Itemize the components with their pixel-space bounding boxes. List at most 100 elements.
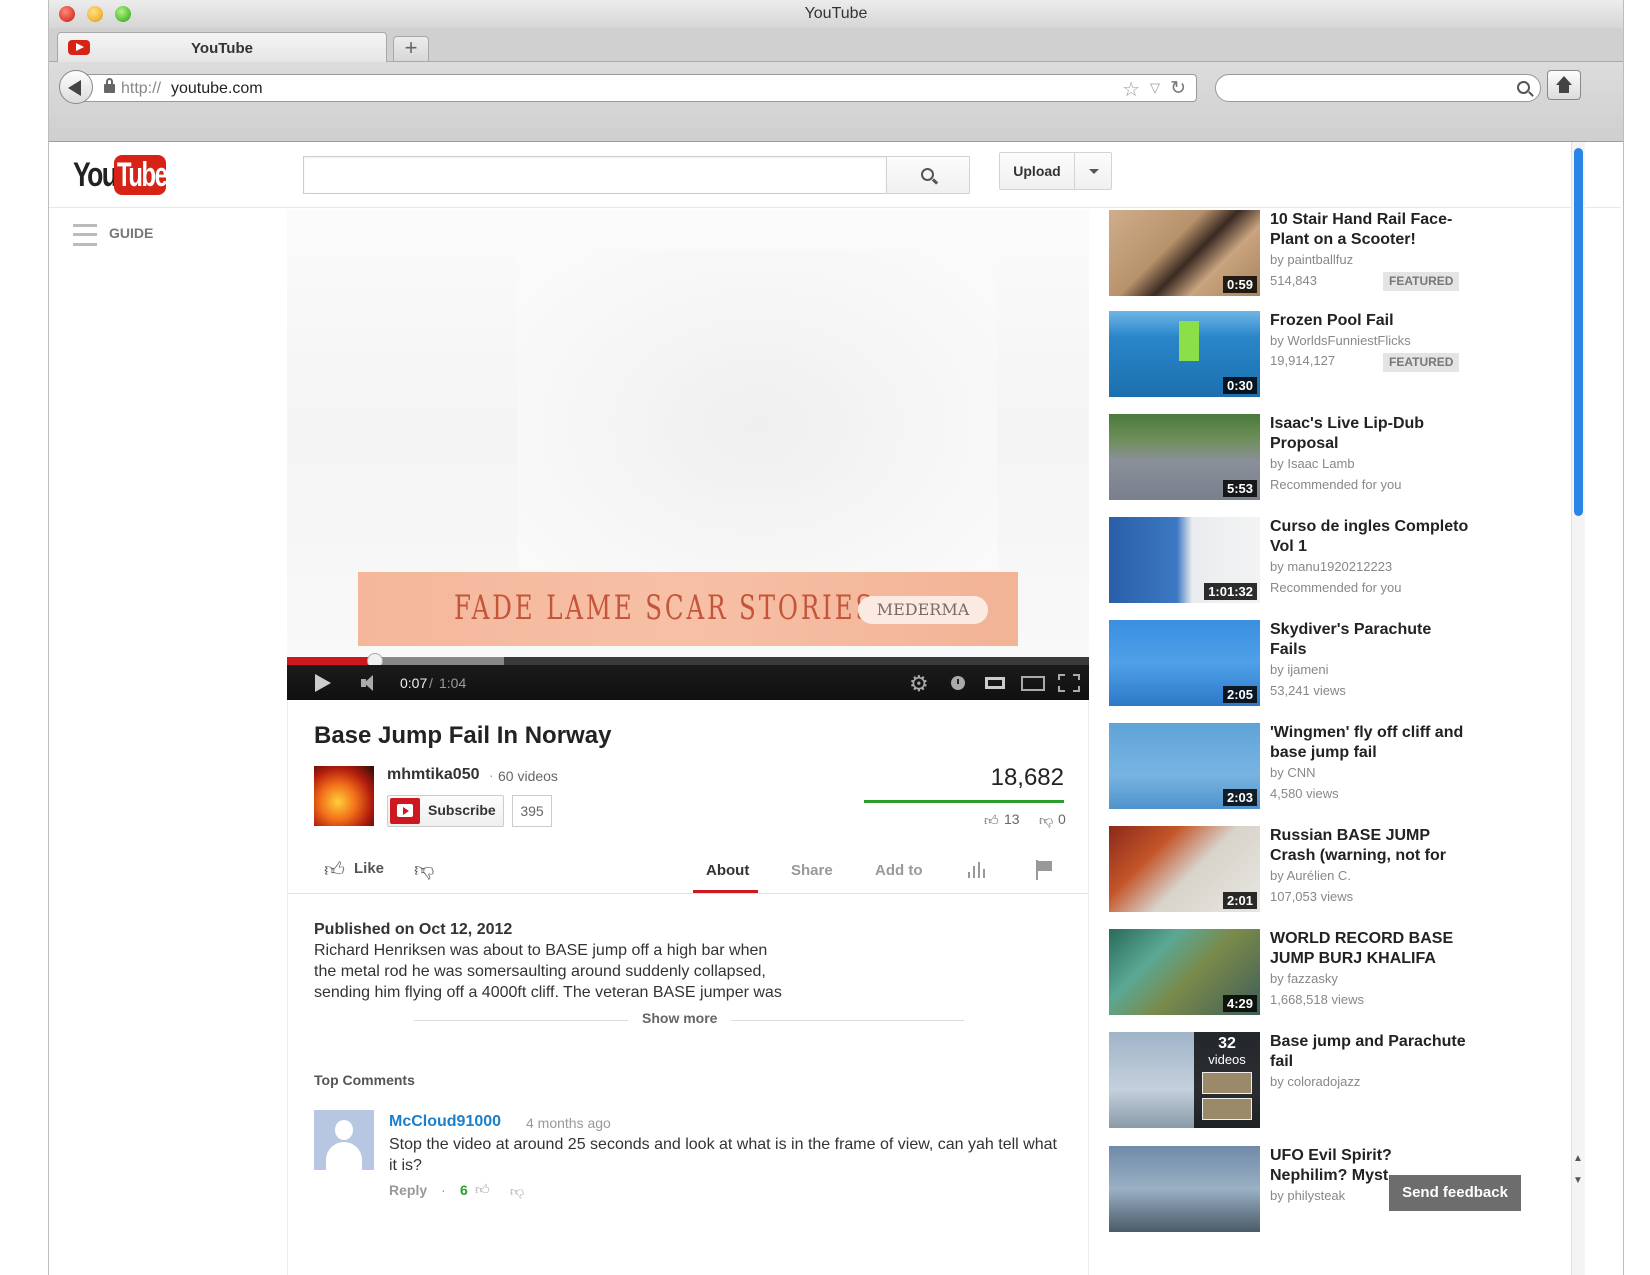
scroll-down-icon[interactable]: ▼ — [1573, 1175, 1583, 1186]
address-bar[interactable]: http:// youtube.com ☆ ▽ ↻ — [77, 74, 1197, 102]
related-video-title[interactable]: Isaac's Live Lip-Dub Proposal — [1270, 414, 1470, 454]
url-host: youtube.com — [171, 80, 263, 97]
ad-banner[interactable]: FADE LAME SCAR STORIES. MEDERMA — [358, 572, 1018, 646]
related-video-views: 107,053 views — [1270, 889, 1354, 904]
related-video-channel: by manu1920212223 — [1270, 559, 1393, 574]
search-icon[interactable] — [1517, 81, 1530, 94]
related-video-title[interactable]: Skydiver's Parachute Fails — [1270, 620, 1470, 660]
comments-heading: Top Comments — [314, 1072, 415, 1088]
comment-author-link[interactable]: McCloud91000 — [389, 1113, 501, 1131]
featured-badge: FEATURED — [1383, 353, 1460, 372]
thumbs-up-icon: 👍︎ — [984, 812, 999, 828]
channel-video-count-link[interactable]: 60 videos — [498, 768, 558, 784]
video-thumbnail[interactable]: 2:05 — [1109, 620, 1260, 706]
search-button[interactable] — [886, 156, 970, 194]
guide-label[interactable]: GUIDE — [109, 225, 153, 241]
masthead: You Tube Upload — [49, 142, 1621, 208]
related-video-title[interactable]: Russian BASE JUMP Crash (warning, not fo… — [1270, 826, 1470, 866]
related-video-item[interactable]: 4:29 WORLD RECORD BASE JUMP BURJ KHALIFA… — [1109, 929, 1489, 1015]
video-thumbnail[interactable]: 1:01:32 — [1109, 517, 1260, 603]
related-video-title[interactable]: Frozen Pool Fail — [1270, 311, 1470, 331]
video-thumbnail[interactable] — [1109, 1146, 1260, 1232]
video-duration: 0:30 — [1222, 377, 1257, 394]
related-video-title[interactable]: 10 Stair Hand Rail Face-Plant on a Scoot… — [1270, 210, 1470, 250]
time-separator: / — [429, 675, 433, 691]
avatar[interactable] — [314, 1110, 374, 1170]
video-duration: 1:01:32 — [1204, 583, 1257, 600]
upload-menu-chevron-icon[interactable] — [1074, 152, 1112, 190]
video-thumbnail[interactable]: 2:03 — [1109, 723, 1260, 809]
bookmark-star-icon[interactable]: ☆ — [1122, 77, 1140, 102]
browser-window: YouTube YouTube + http:// youtube.com ☆ … — [48, 0, 1624, 1275]
description-line: Richard Henriksen was about to BASE jump… — [314, 942, 768, 959]
back-arrow-icon[interactable] — [59, 70, 93, 104]
search-input[interactable] — [303, 156, 887, 194]
progress-bar[interactable] — [287, 653, 1089, 669]
video-thumbnail[interactable]: 5:53 — [1109, 414, 1260, 500]
url-scheme: http:// — [121, 80, 162, 97]
video-duration: 2:01 — [1222, 892, 1257, 909]
scroll-up-icon[interactable]: ▲ — [1573, 1153, 1583, 1164]
video-thumbnail[interactable]: 0:30 — [1109, 311, 1260, 397]
related-video-title[interactable]: 'Wingmen' fly off cliff and base jump fa… — [1270, 723, 1470, 763]
play-icon[interactable] — [315, 674, 331, 692]
related-video-title[interactable]: WORLD RECORD BASE JUMP BURJ KHALIFA — [1270, 929, 1470, 969]
tab-share[interactable]: Share — [791, 862, 833, 879]
comment-like-count: 6 — [460, 1182, 468, 1198]
youtube-logo[interactable]: You — [73, 156, 118, 195]
thumbs-down-icon[interactable]: 👎︎ — [414, 858, 434, 882]
related-video-item[interactable]: 2:03 'Wingmen' fly off cliff and base ju… — [1109, 723, 1489, 809]
related-video-item[interactable]: 5:53 Isaac's Live Lip-Dub Proposal by Is… — [1109, 414, 1489, 500]
thumbs-up-icon[interactable]: 👍︎ — [475, 1181, 490, 1198]
gear-icon[interactable]: ⚙ — [909, 671, 929, 697]
large-player-icon[interactable] — [1021, 676, 1045, 691]
guide-menu-icon[interactable] — [73, 224, 97, 246]
playlist-thumbnail[interactable]: 32 videos — [1109, 1032, 1260, 1128]
page-scrollbar[interactable]: ▲ ▼ — [1571, 142, 1585, 1275]
stats-bars-icon[interactable] — [968, 862, 986, 878]
browser-tab[interactable]: YouTube — [57, 32, 387, 62]
video-thumbnail[interactable]: 0:59 — [1109, 210, 1260, 296]
scrollbar-thumb[interactable] — [1574, 148, 1583, 516]
small-player-icon[interactable] — [985, 677, 1005, 689]
related-video-item[interactable]: 0:30 Frozen Pool Fail by WorldsFunniestF… — [1109, 311, 1489, 397]
related-video-title[interactable]: Base jump and Parachute fail — [1270, 1032, 1470, 1072]
video-thumbnail[interactable]: 4:29 — [1109, 929, 1260, 1015]
send-feedback-button[interactable]: Send feedback — [1389, 1175, 1521, 1211]
flag-icon[interactable] — [1036, 860, 1052, 880]
featured-badge: FEATURED — [1383, 272, 1460, 291]
browser-search-field[interactable] — [1215, 74, 1541, 102]
related-video-title[interactable]: Curso de ingles Completo Vol 1 — [1270, 517, 1470, 557]
home-icon[interactable] — [1547, 70, 1581, 100]
player-controls: 0:07 / 1:04 ⚙ — [287, 665, 1089, 700]
watch-later-icon[interactable] — [951, 676, 965, 690]
thumbs-down-icon[interactable]: 👎︎ — [510, 1183, 524, 1200]
action-bar: 👍︎ Like 👎︎ About Share Add to — [288, 848, 1088, 894]
reload-icon[interactable]: ↻ — [1170, 77, 1186, 100]
comment-reply-button[interactable]: Reply — [389, 1182, 427, 1198]
upload-button[interactable]: Upload — [999, 152, 1075, 190]
tab-add-to[interactable]: Add to — [875, 862, 922, 879]
tab-about[interactable]: About — [706, 862, 749, 879]
video-thumbnail[interactable]: 2:01 — [1109, 826, 1260, 912]
video-duration: 0:59 — [1222, 276, 1257, 293]
chevron-down-icon[interactable]: ▽ — [1150, 80, 1160, 96]
related-playlist-item[interactable]: 32 videos Base jump and Parachute fail b… — [1109, 1032, 1489, 1128]
time-total: 1:04 — [439, 675, 467, 691]
channel-avatar[interactable] — [314, 766, 374, 826]
fullscreen-icon[interactable] — [1058, 674, 1080, 692]
video-frame[interactable]: FADE LAME SCAR STORIES. MEDERMA — [287, 210, 1089, 655]
youtube-logo-tube[interactable]: Tube — [114, 155, 168, 195]
related-video-item[interactable]: 2:05 Skydiver's Parachute Fails by ijame… — [1109, 620, 1489, 706]
video-player[interactable]: FADE LAME SCAR STORIES. MEDERMA 0:07 / 1… — [287, 210, 1089, 700]
subscribe-button[interactable]: Subscribe — [387, 795, 504, 827]
related-video-item[interactable]: 2:01 Russian BASE JUMP Crash (warning, n… — [1109, 826, 1489, 912]
playlist-mini-thumbnail — [1202, 1098, 1252, 1120]
video-image — [517, 250, 997, 570]
new-tab-button[interactable]: + — [393, 36, 429, 62]
channel-name-link[interactable]: mhmtika050 — [387, 766, 480, 784]
show-more-button[interactable]: Show more — [628, 1010, 732, 1026]
related-video-item[interactable]: 0:59 10 Stair Hand Rail Face-Plant on a … — [1109, 210, 1489, 296]
volume-icon[interactable] — [361, 675, 385, 691]
related-video-item[interactable]: 1:01:32 Curso de ingles Completo Vol 1 b… — [1109, 517, 1489, 603]
